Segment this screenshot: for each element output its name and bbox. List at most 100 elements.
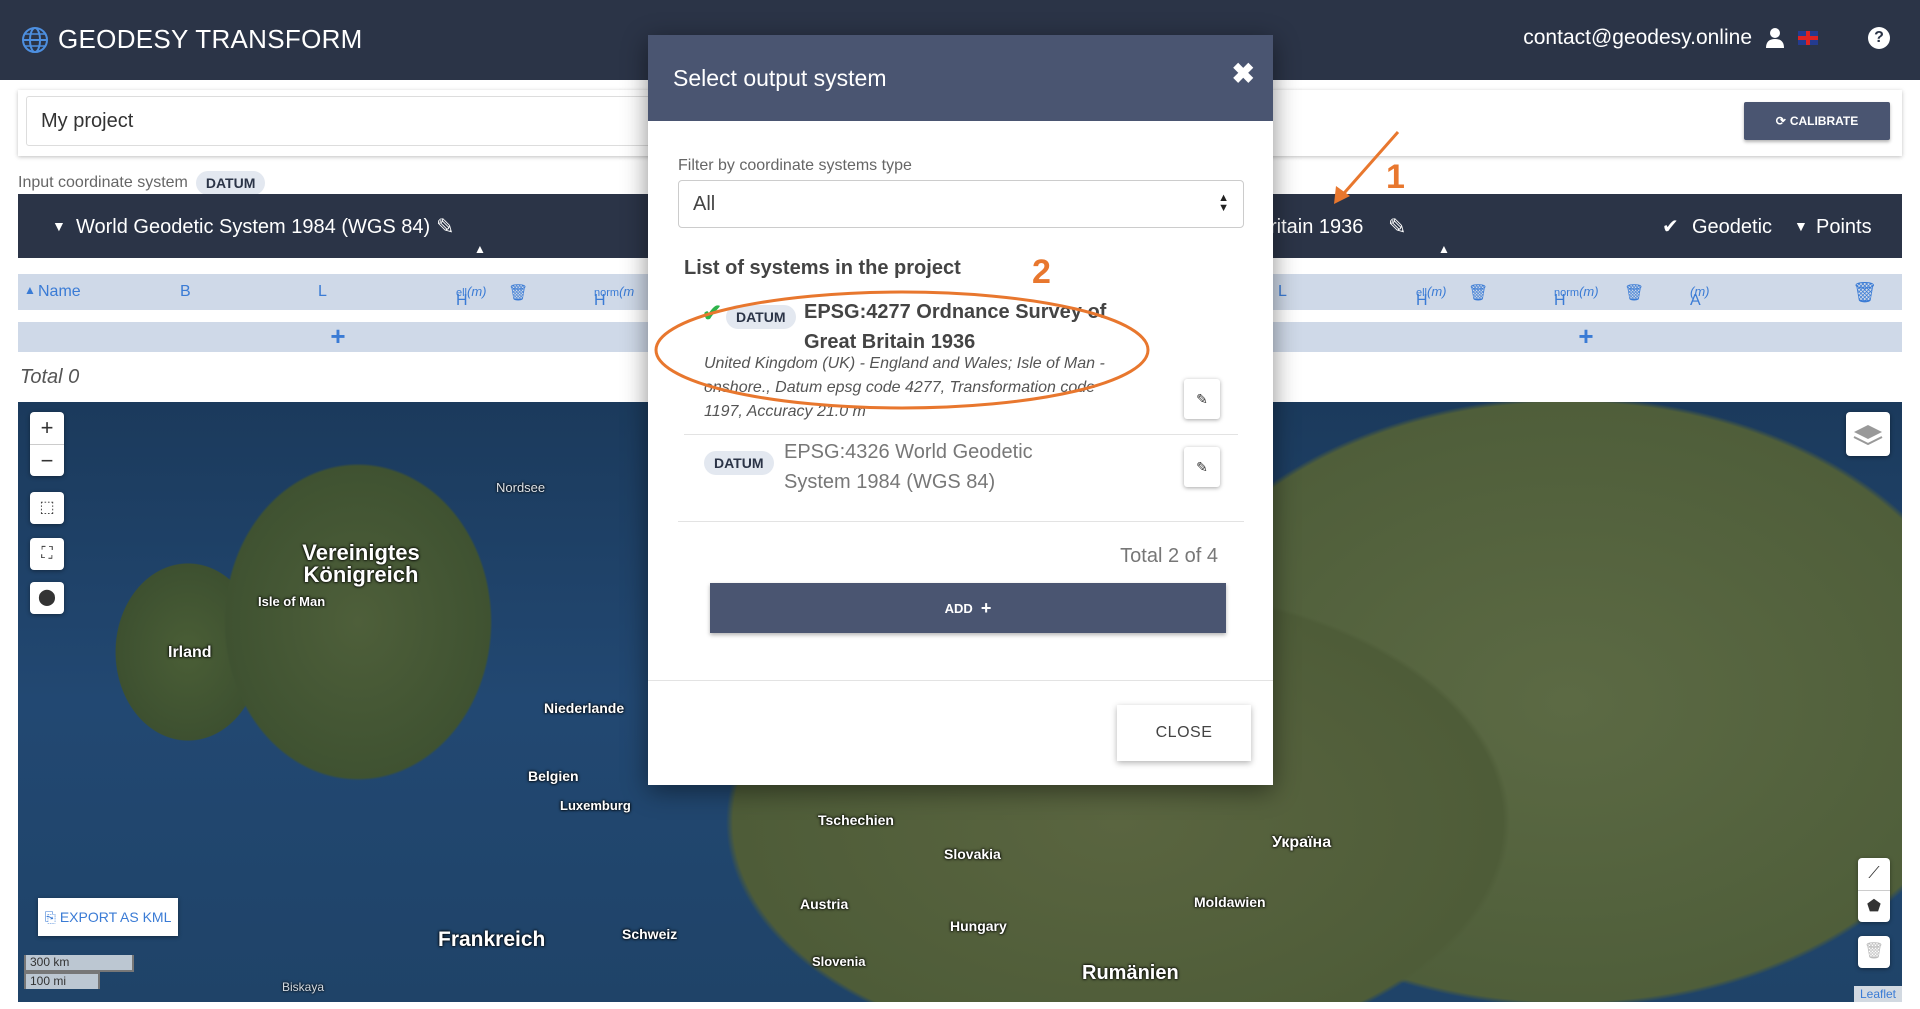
- file-export-icon: ⎘: [44, 908, 56, 925]
- zoom-out-button[interactable]: −: [30, 444, 64, 476]
- datum-badge: DATUM: [195, 171, 266, 195]
- output-system-name[interactable]: ritain 1936: [1270, 216, 1363, 239]
- close-icon[interactable]: ✖: [1232, 57, 1255, 90]
- column-b[interactable]: B: [180, 283, 191, 301]
- input-system-label-text: Input coordinate system: [18, 174, 188, 191]
- column-h-norm[interactable]: Hnorm(m: [594, 283, 635, 309]
- column-l[interactable]: L: [1278, 283, 1287, 301]
- divider: [678, 521, 1244, 522]
- column-h-ell-unit: (m): [1427, 284, 1447, 299]
- map-label-rumaenien: Rumänien: [1082, 962, 1179, 984]
- points-dropdown[interactable]: Points: [1816, 216, 1872, 239]
- system-item[interactable]: DATUM EPSG:4326 World Geodetic System 19…: [684, 437, 1238, 517]
- annotation-number-one: 1: [1386, 158, 1405, 196]
- column-l[interactable]: L: [318, 283, 327, 301]
- column-h-norm-h: H: [1554, 292, 1566, 309]
- column-h-ell[interactable]: Hell(m): [456, 283, 487, 309]
- column-h-ell-h: H: [456, 292, 468, 309]
- project-name-input[interactable]: [26, 96, 666, 146]
- input-table-header: ▲ Name B L Hell(m) 🗑 Hnorm(m: [18, 274, 658, 310]
- column-name[interactable]: Name: [38, 283, 81, 301]
- fullscreen-button[interactable]: ⛶: [30, 538, 64, 570]
- edit-icon[interactable]: ✎: [1388, 214, 1406, 240]
- map-attribution[interactable]: Leaflet: [1853, 986, 1902, 1002]
- input-system-name[interactable]: World Geodetic System 1984 (WGS 84): [76, 216, 430, 239]
- annotation-ellipse: [654, 290, 1150, 410]
- map-label-slovakia: Slovakia: [944, 846, 1001, 862]
- input-system-bar: ▼ World Geodetic System 1984 (WGS 84) ✎ …: [18, 194, 658, 258]
- brand-name: GEODESY TRANSFORM: [58, 24, 363, 54]
- systems-total: Total 2 of 4: [1120, 545, 1218, 567]
- geodetic-toggle[interactable]: Geodetic: [1692, 216, 1772, 239]
- chevron-up-icon[interactable]: ▲: [474, 242, 486, 256]
- export-kml-label: EXPORT AS KML: [59, 909, 172, 925]
- select-arrows-icon: ▲ ▼: [1218, 192, 1229, 214]
- map-label-slovenia: Slovenia: [812, 954, 866, 969]
- column-h-norm-h: H: [594, 292, 606, 309]
- column-a-label: A: [1690, 292, 1701, 309]
- zoom-control: + −: [30, 412, 64, 476]
- trash-icon[interactable]: 🗑: [1852, 280, 1877, 305]
- marker-button[interactable]: ⬤: [30, 582, 64, 614]
- add-point-input[interactable]: +: [18, 322, 658, 352]
- footer-divider: [648, 680, 1273, 681]
- chevron-down-icon[interactable]: ▼: [52, 218, 66, 234]
- calibrate-label: CALIBRATE: [1789, 114, 1859, 128]
- map-label-uk: Vereinigtes Königreich: [302, 540, 420, 587]
- output-table-header: L Hell(m) 🗑 Hnorm(m) 🗑 A (m) 🗑: [1270, 274, 1902, 310]
- map-label-belgien: Belgien: [528, 768, 579, 784]
- delete-shapes-icon[interactable]: 🗑: [1858, 936, 1890, 968]
- zoom-in-button[interactable]: +: [30, 412, 64, 444]
- column-h-ell[interactable]: Hell(m): [1416, 283, 1447, 309]
- globe-icon: [22, 26, 48, 53]
- table-total: Total 0: [20, 366, 80, 388]
- draw-line-icon[interactable]: ⟋: [1858, 858, 1890, 890]
- chevron-down-icon[interactable]: ▼: [1794, 218, 1808, 234]
- input-system-label: Input coordinate system DATUM: [18, 171, 266, 195]
- calibrate-button[interactable]: ⟳ CALIBRATE: [1744, 102, 1890, 140]
- add-point-output[interactable]: +: [1270, 322, 1902, 352]
- trash-icon[interactable]: 🗑: [1468, 283, 1488, 303]
- scale-km: 300 km: [24, 955, 134, 972]
- help-icon[interactable]: ?: [1868, 27, 1890, 49]
- map-label-nordsee: Nordsee: [496, 480, 546, 495]
- trash-icon[interactable]: 🗑: [508, 283, 528, 303]
- plus-icon: +: [980, 597, 992, 618]
- column-h-ell-unit: (m): [467, 284, 487, 299]
- user-email[interactable]: contact@geodesy.online: [1523, 26, 1752, 50]
- map-label-austria: Austria: [800, 896, 849, 912]
- modal-title: Select output system: [673, 65, 887, 91]
- uk-flag-icon[interactable]: [1798, 31, 1818, 45]
- filter-value: All: [693, 193, 716, 215]
- datum-badge: DATUM: [704, 451, 774, 475]
- user-icon[interactable]: [1766, 28, 1784, 48]
- trash-icon[interactable]: 🗑: [1624, 283, 1644, 303]
- refresh-icon: ⟳: [1775, 114, 1786, 128]
- edit-system-button[interactable]: ✎: [1184, 379, 1220, 419]
- map-label-biskaya: Biskaya: [282, 980, 325, 994]
- layers-icon[interactable]: [1846, 412, 1890, 456]
- filter-label: Filter by coordinate systems type: [678, 157, 912, 174]
- close-button[interactable]: CLOSE: [1117, 705, 1251, 761]
- export-kml-button[interactable]: ⎘ EXPORT AS KML: [38, 898, 178, 936]
- chevron-up-icon[interactable]: ▲: [1438, 242, 1450, 256]
- system-name[interactable]: EPSG:4326 World Geodetic System 1984 (WG…: [784, 437, 1104, 497]
- map-label-schweiz: Schweiz: [622, 926, 678, 942]
- column-h-norm[interactable]: Hnorm(m): [1554, 283, 1599, 309]
- column-h-ell-h: H: [1416, 292, 1428, 309]
- map-label-hungary: Hungary: [950, 918, 1007, 934]
- add-system-button[interactable]: ADD +: [710, 583, 1226, 633]
- map-label-moldawien: Moldawien: [1194, 894, 1266, 910]
- draw-polygon-icon[interactable]: ⬟: [1858, 890, 1890, 922]
- sort-up-icon[interactable]: ▲: [24, 283, 36, 297]
- check-circle-icon: ✔: [1662, 216, 1679, 238]
- edit-system-button[interactable]: ✎: [1184, 447, 1220, 487]
- map-scale: 300 km 100 mi: [24, 955, 134, 989]
- select-area-button[interactable]: ⬚: [30, 492, 64, 524]
- brand[interactable]: GEODESY TRANSFORM: [20, 24, 363, 55]
- edit-icon[interactable]: ✎: [436, 214, 454, 240]
- column-a[interactable]: A (m): [1690, 283, 1710, 309]
- column-h-norm-unit: (m: [619, 284, 635, 299]
- map-label-luxemburg: Luxemburg: [560, 798, 631, 813]
- filter-select[interactable]: All ▲ ▼: [678, 180, 1244, 228]
